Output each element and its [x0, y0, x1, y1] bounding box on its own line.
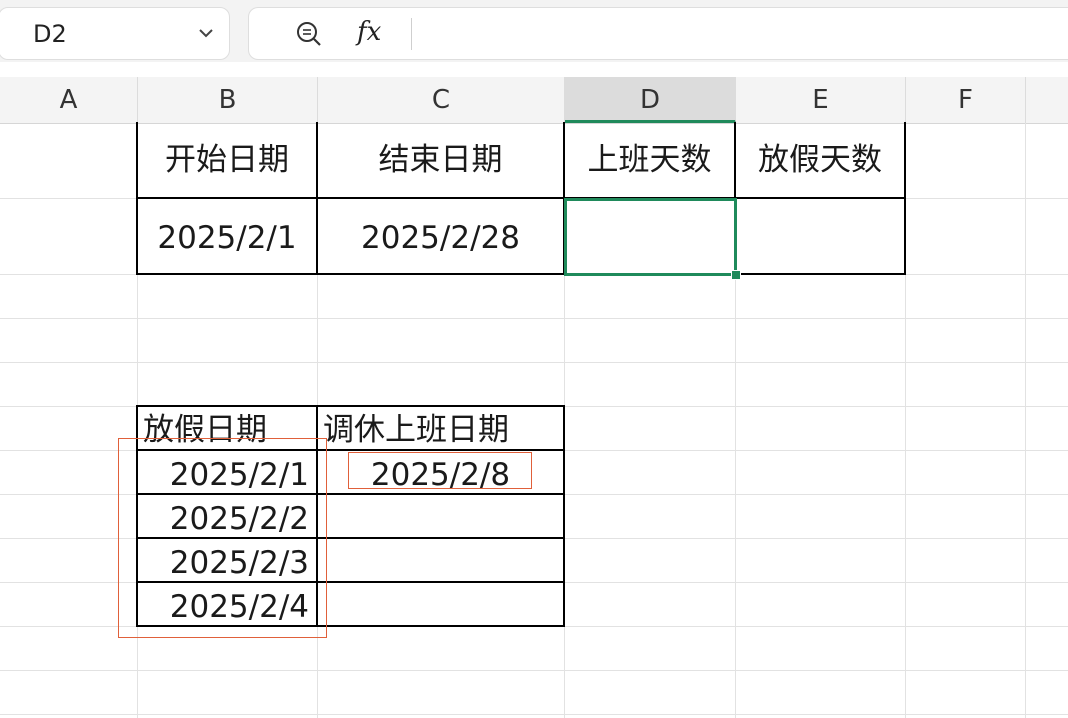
formula-separator [411, 18, 412, 50]
cell-e1[interactable]: 放假天数 [735, 123, 905, 198]
cell-c11[interactable] [317, 582, 564, 626]
cell-c10[interactable] [317, 538, 564, 582]
column-header-e[interactable]: E [736, 77, 906, 123]
name-box[interactable]: D2 [0, 7, 230, 60]
fill-handle[interactable] [731, 270, 741, 280]
name-box-value: D2 [33, 20, 67, 48]
active-cell-selection [564, 198, 737, 276]
zoom-formula-icon[interactable] [294, 19, 324, 49]
cell-d1[interactable]: 上班天数 [564, 123, 735, 198]
formula-input[interactable] [421, 18, 1061, 50]
holiday-dates-highlight [118, 438, 327, 638]
workday-date-highlight [348, 452, 532, 489]
column-header-c[interactable]: C [318, 77, 565, 123]
cell-e2[interactable] [735, 198, 905, 274]
column-header-b[interactable]: B [138, 77, 318, 123]
column-header-d[interactable]: D [565, 77, 736, 123]
column-header-a[interactable]: A [0, 77, 138, 123]
cell-c1[interactable]: 结束日期 [317, 123, 564, 198]
cell-b2[interactable]: 2025/2/1 [137, 198, 317, 274]
column-headers: A B C D E F [0, 77, 1068, 124]
cell-b1[interactable]: 开始日期 [137, 123, 317, 198]
formula-toolbar: D2 fx [0, 0, 1068, 62]
insert-function-button[interactable]: fx [357, 17, 381, 47]
formula-box: fx [248, 7, 1068, 60]
cell-c2[interactable]: 2025/2/28 [317, 198, 564, 274]
cell-c9[interactable] [317, 494, 564, 538]
column-header-f[interactable]: F [906, 77, 1026, 123]
cell-c7[interactable]: 调休上班日期 [317, 406, 597, 450]
chevron-down-icon[interactable] [195, 22, 217, 44]
